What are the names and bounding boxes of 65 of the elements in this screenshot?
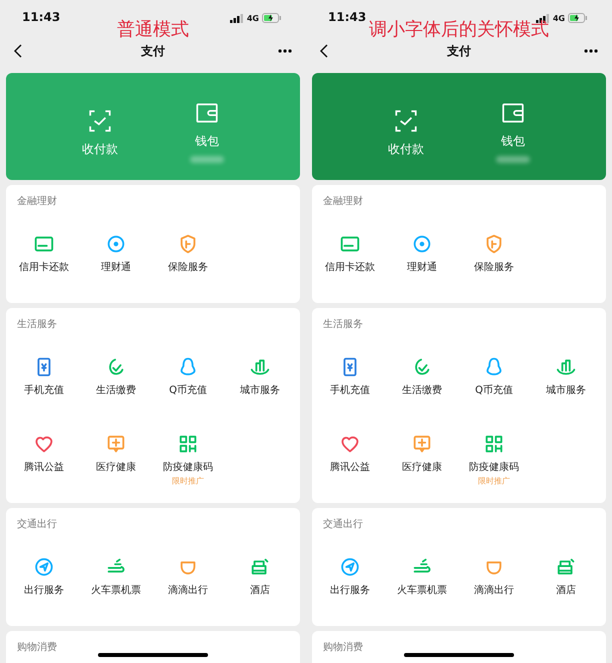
service-item[interactable]: 生活缴费 (386, 356, 458, 411)
back-icon[interactable] (320, 44, 328, 58)
service-item[interactable]: 理财通 (80, 233, 152, 288)
service-item[interactable]: 保险服务 (152, 233, 224, 288)
service-item[interactable]: 滴滴出行 (458, 556, 530, 611)
wallet-action[interactable]: 收付款 (388, 108, 424, 156)
qr-code-icon (177, 433, 199, 455)
service-item[interactable]: 手机充值 (314, 356, 386, 411)
service-item[interactable]: 火车票机票 (386, 556, 458, 611)
signal-icon (230, 14, 244, 22)
section-title: 金融理财 (16, 195, 58, 209)
medical-chat-icon (105, 433, 127, 455)
qr-code-icon (483, 433, 505, 455)
medical-chat-icon (411, 433, 433, 455)
coin-icon (105, 233, 127, 255)
service-item[interactable]: 医疗健康 (80, 433, 152, 488)
section-title: 购物消费 (16, 641, 58, 655)
service-item[interactable]: 酒店 (224, 556, 296, 611)
service-item[interactable]: Q币充值 (152, 356, 224, 411)
network-label: 4G (246, 14, 259, 22)
section-title: 生活服务 (322, 318, 364, 332)
blurred-balance (190, 156, 224, 163)
service-item[interactable]: 手机充值 (8, 356, 80, 411)
service-item[interactable]: 酒店 (530, 556, 602, 611)
section-title: 金融理财 (322, 195, 364, 209)
service-item[interactable]: 信用卡还款 (8, 233, 80, 288)
status-time: 11:43 (22, 10, 60, 24)
status-time: 11:43 (328, 10, 366, 24)
service-item[interactable]: 城市服务 (530, 356, 602, 411)
scan-check-icon (87, 108, 113, 134)
service-item[interactable]: 火车票机票 (80, 556, 152, 611)
wallet-action[interactable]: 钱包 (496, 100, 530, 163)
service-item[interactable]: 腾讯公益 (8, 433, 80, 488)
nav-title: 支付 (141, 42, 165, 60)
service-item[interactable]: 保险服务 (458, 233, 530, 288)
mode-caption: 普通模式 (116, 19, 190, 41)
back-icon[interactable] (14, 44, 22, 58)
service-item[interactable]: 腾讯公益 (314, 433, 386, 488)
blurred-balance (496, 156, 530, 163)
section-title: 交通出行 (322, 518, 364, 532)
battery-icon (568, 13, 588, 23)
scan-check-icon (393, 108, 419, 134)
service-item[interactable]: 城市服务 (224, 356, 296, 411)
more-icon[interactable] (584, 49, 598, 53)
service-item[interactable]: 出行服务 (314, 556, 386, 611)
navigation-icon (33, 556, 55, 578)
service-item[interactable]: 信用卡还款 (314, 233, 386, 288)
coin-icon (411, 233, 433, 255)
service-item[interactable]: 防疫健康码 限时推广 (152, 433, 224, 488)
mode-caption: 调小字体后的关怀模式 (368, 19, 550, 41)
more-icon[interactable] (278, 49, 292, 53)
nav-title: 支付 (447, 42, 471, 60)
service-item[interactable]: 出行服务 (8, 556, 80, 611)
navigation-icon (339, 556, 361, 578)
service-item[interactable]: 医疗健康 (386, 433, 458, 488)
section-title: 交通出行 (16, 518, 58, 532)
battery-icon (262, 13, 282, 23)
service-item[interactable]: Q币充值 (458, 356, 530, 411)
service-item[interactable]: 防疫健康码 限时推广 (458, 433, 530, 488)
service-item[interactable]: 滴滴出行 (152, 556, 224, 611)
service-item[interactable]: 理财通 (386, 233, 458, 288)
network-label: 4G (552, 14, 565, 22)
section-title: 生活服务 (16, 318, 58, 332)
service-item[interactable]: 生活缴费 (80, 356, 152, 411)
section-title: 购物消费 (322, 641, 364, 655)
